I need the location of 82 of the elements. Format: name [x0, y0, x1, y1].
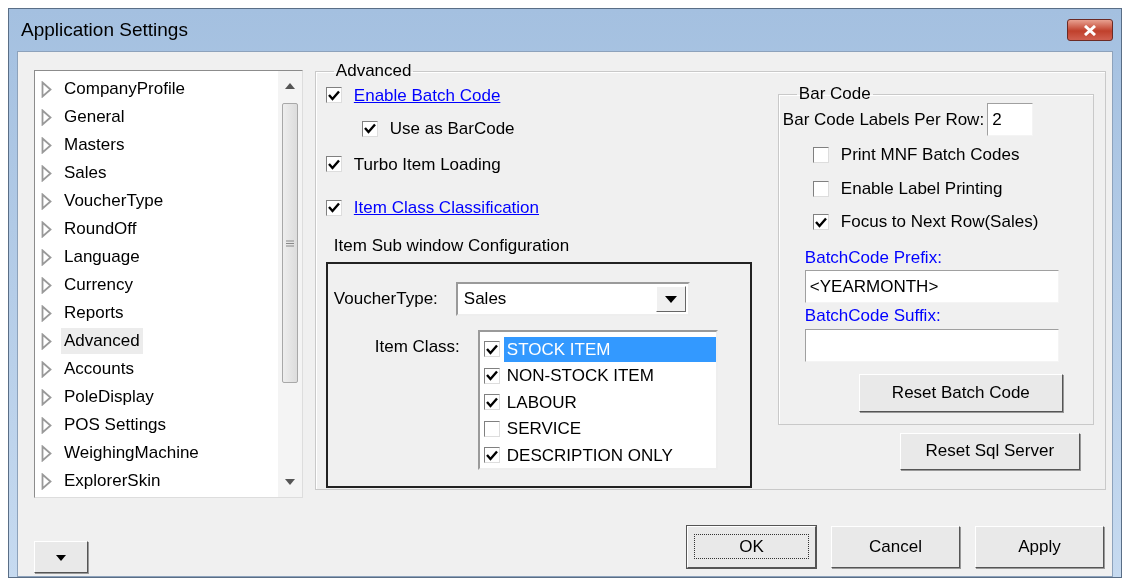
triangle-icon[interactable] — [41, 472, 52, 490]
option-link[interactable]: Enable Batch Code — [353, 82, 501, 109]
tree-item[interactable]: PoleDisplay — [61, 384, 157, 410]
checkbox[interactable] — [483, 447, 500, 464]
dropdown-button[interactable] — [655, 286, 686, 313]
triangle-icon[interactable] — [41, 136, 52, 154]
list-item[interactable]: NON-STOCK ITEM — [503, 363, 716, 389]
tree-item[interactable]: ExplorerSkin — [61, 468, 164, 494]
tree-item[interactable]: Masters — [61, 132, 128, 158]
list-item[interactable]: LABOUR — [503, 389, 716, 416]
checkbox[interactable] — [361, 120, 378, 137]
suffix-field[interactable] — [804, 328, 1059, 362]
field-label: VoucherType: — [333, 288, 438, 311]
triangle-icon[interactable] — [41, 304, 52, 322]
tree-item[interactable]: RoundOff — [61, 216, 140, 242]
option-label: Enable Label Printing — [840, 177, 1003, 200]
field-label: BatchCode Prefix: — [804, 246, 943, 269]
tree-item[interactable]: Reports — [61, 300, 127, 326]
checkbox[interactable] — [483, 341, 500, 358]
close-button[interactable] — [1067, 19, 1113, 41]
section-title: Item Sub window Configuration — [333, 234, 571, 257]
tree-item[interactable]: Language — [61, 244, 143, 270]
option-label: Turbo Item Loading — [353, 153, 501, 176]
tree-item[interactable]: Advanced — [61, 328, 143, 354]
triangle-icon[interactable] — [41, 80, 52, 98]
checkbox[interactable] — [483, 394, 500, 411]
expand-button[interactable] — [34, 541, 88, 573]
dialog-button[interactable]: OK — [687, 526, 816, 568]
tree-item[interactable]: Currency — [61, 272, 136, 298]
field-label: Item Class: — [373, 336, 460, 359]
scrollbar[interactable] — [277, 71, 302, 497]
scroll-down-icon[interactable] — [284, 479, 295, 485]
list-item[interactable]: SERVICE — [503, 416, 716, 442]
checkbox[interactable] — [483, 367, 500, 384]
tree-item[interactable]: CompanyProfile — [61, 76, 188, 102]
prefix-field[interactable]: <YEARMONTH> — [804, 270, 1059, 304]
tree-item[interactable]: WeighingMachine — [61, 440, 202, 466]
reset-sql-server-button[interactable]: Reset Sql Server — [899, 432, 1080, 470]
grip-icon — [285, 239, 294, 247]
labels-per-row-field[interactable]: 2 — [987, 103, 1034, 137]
triangle-icon[interactable] — [41, 276, 52, 294]
option-label: Focus to Next Row(Sales) — [840, 211, 1039, 234]
option-link[interactable]: Item Class Classification — [353, 195, 539, 221]
triangle-icon[interactable] — [41, 360, 52, 378]
reset-batch-code-button[interactable]: Reset Batch Code — [858, 373, 1063, 412]
tree-item[interactable]: General — [61, 104, 128, 130]
list-item[interactable]: DESCRIPTION ONLY — [503, 442, 716, 469]
triangle-icon[interactable] — [41, 388, 52, 406]
tree-item[interactable]: Sales — [61, 160, 110, 186]
triangle-icon[interactable] — [41, 416, 52, 434]
checkbox[interactable] — [325, 87, 342, 104]
checkbox[interactable] — [812, 147, 829, 164]
window-title: Application Settings — [20, 17, 188, 42]
triangle-icon[interactable] — [41, 108, 52, 126]
field-label: BatchCode Suffix: — [804, 305, 942, 328]
checkbox[interactable] — [483, 420, 500, 437]
checkbox[interactable] — [812, 180, 829, 197]
triangle-icon[interactable] — [41, 444, 52, 462]
triangle-icon[interactable] — [41, 192, 52, 210]
checkbox[interactable] — [325, 199, 342, 216]
checkbox[interactable] — [812, 214, 829, 231]
checkbox[interactable] — [325, 156, 342, 173]
tree-item[interactable]: POS Settings — [61, 412, 170, 438]
close-icon — [1083, 24, 1097, 36]
dialog-button[interactable]: Cancel — [831, 526, 960, 568]
caret-icon — [664, 295, 677, 303]
scroll-up-icon[interactable] — [284, 83, 295, 89]
scrollbar-thumb[interactable] — [281, 103, 298, 383]
option-label: Use as BarCode — [389, 118, 515, 141]
option-label: Print MNF Batch Codes — [840, 144, 1020, 167]
triangle-icon[interactable] — [41, 220, 52, 238]
triangle-icon[interactable] — [41, 164, 52, 182]
triangle-icon[interactable] — [41, 248, 52, 266]
group-title: Bar Code — [797, 84, 872, 104]
group-title: Advanced — [334, 62, 413, 81]
voucher-type-dropdown[interactable]: Sales — [455, 282, 690, 317]
tree-item[interactable]: Accounts — [61, 356, 137, 382]
dialog-button[interactable]: Apply — [975, 526, 1104, 568]
caret-icon — [56, 554, 66, 561]
field-label: Bar Code Labels Per Row: — [782, 109, 985, 132]
tree-item[interactable]: VoucherType — [61, 188, 167, 214]
triangle-icon[interactable] — [41, 332, 52, 350]
